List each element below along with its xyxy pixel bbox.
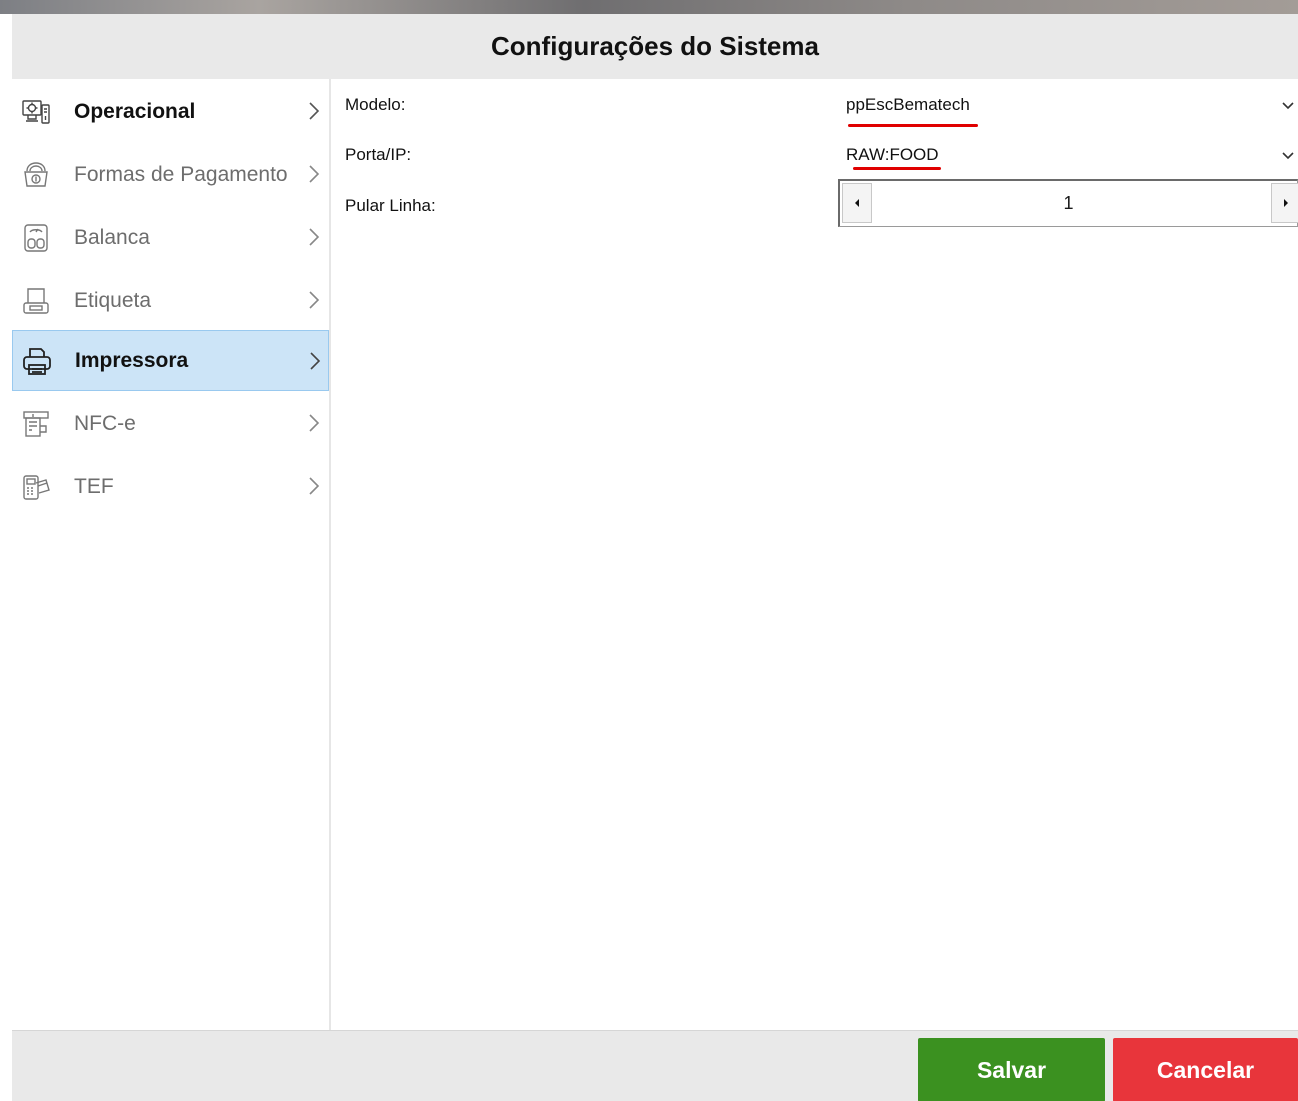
sidebar-item-formas-de-pagamento[interactable]: Formas de Pagamento xyxy=(12,144,329,205)
porta-ip-label: Porta/IP: xyxy=(345,145,412,164)
sidebar-item-operacional[interactable]: Operacional xyxy=(12,81,329,142)
card-terminal-icon xyxy=(20,471,52,503)
increment-button[interactable] xyxy=(1271,183,1298,223)
cancel-button[interactable]: Cancelar xyxy=(1113,1038,1298,1101)
pular-linha-value[interactable]: 1 xyxy=(880,181,1257,225)
sidebar-item-label: Etiqueta xyxy=(74,288,152,312)
modelo-highlight-underline xyxy=(848,124,978,127)
porta-ip-select[interactable]: RAW:FOOD xyxy=(846,145,939,165)
settings-dialog: Configurações do Sistema Operacional For… xyxy=(12,14,1298,1101)
modelo-select[interactable]: ppEscBematech xyxy=(846,95,970,115)
chevron-right-icon xyxy=(309,414,320,432)
nfce-terminal-icon xyxy=(20,408,52,440)
chevron-down-icon[interactable] xyxy=(1281,101,1295,111)
dialog-footer: Salvar Cancelar xyxy=(12,1030,1298,1101)
sidebar: Operacional Formas de Pagamento Balanca … xyxy=(12,79,331,1030)
chevron-right-icon xyxy=(309,477,320,495)
chevron-right-icon xyxy=(309,102,320,120)
chevron-right-icon xyxy=(309,291,320,309)
chevron-down-icon[interactable] xyxy=(1281,151,1295,161)
background-strip xyxy=(0,0,1298,14)
sidebar-item-impressora[interactable]: Impressora xyxy=(12,330,329,391)
sidebar-item-label: Operacional xyxy=(74,99,196,123)
porta-ip-highlight-underline xyxy=(853,167,941,170)
sidebar-item-label: NFC-e xyxy=(74,411,136,435)
chevron-right-icon xyxy=(309,165,320,183)
payment-machine-icon xyxy=(20,159,52,191)
sidebar-item-nfce[interactable]: NFC-e xyxy=(12,393,329,454)
sidebar-item-tef[interactable]: TEF xyxy=(12,456,329,517)
pular-linha-label: Pular Linha: xyxy=(345,196,436,215)
sidebar-item-etiqueta[interactable]: Etiqueta xyxy=(12,270,329,331)
chevron-right-icon xyxy=(310,352,321,370)
arrow-left-icon xyxy=(855,199,859,207)
sidebar-item-label: TEF xyxy=(74,474,114,498)
arrow-right-icon xyxy=(1284,199,1288,207)
settings-computer-icon xyxy=(20,96,52,128)
save-button[interactable]: Salvar xyxy=(918,1038,1105,1101)
sidebar-item-label: Balanca xyxy=(74,225,150,249)
printer-icon xyxy=(21,345,53,377)
scale-icon xyxy=(20,222,52,254)
chevron-right-icon xyxy=(309,228,320,246)
pular-linha-stepper[interactable]: 1 xyxy=(838,179,1298,227)
sidebar-item-label: Impressora xyxy=(75,348,189,372)
sidebar-item-balanca[interactable]: Balanca xyxy=(12,207,329,268)
title-bar: Configurações do Sistema xyxy=(12,14,1298,79)
dialog-title: Configurações do Sistema xyxy=(491,31,819,61)
printer-settings-panel: Modelo: ppEscBematech Porta/IP: RAW:FOOD… xyxy=(331,79,1298,1030)
modelo-label: Modelo: xyxy=(345,95,406,114)
label-printer-icon xyxy=(20,285,52,317)
sidebar-item-label: Formas de Pagamento xyxy=(74,162,288,186)
decrement-button[interactable] xyxy=(842,183,872,223)
